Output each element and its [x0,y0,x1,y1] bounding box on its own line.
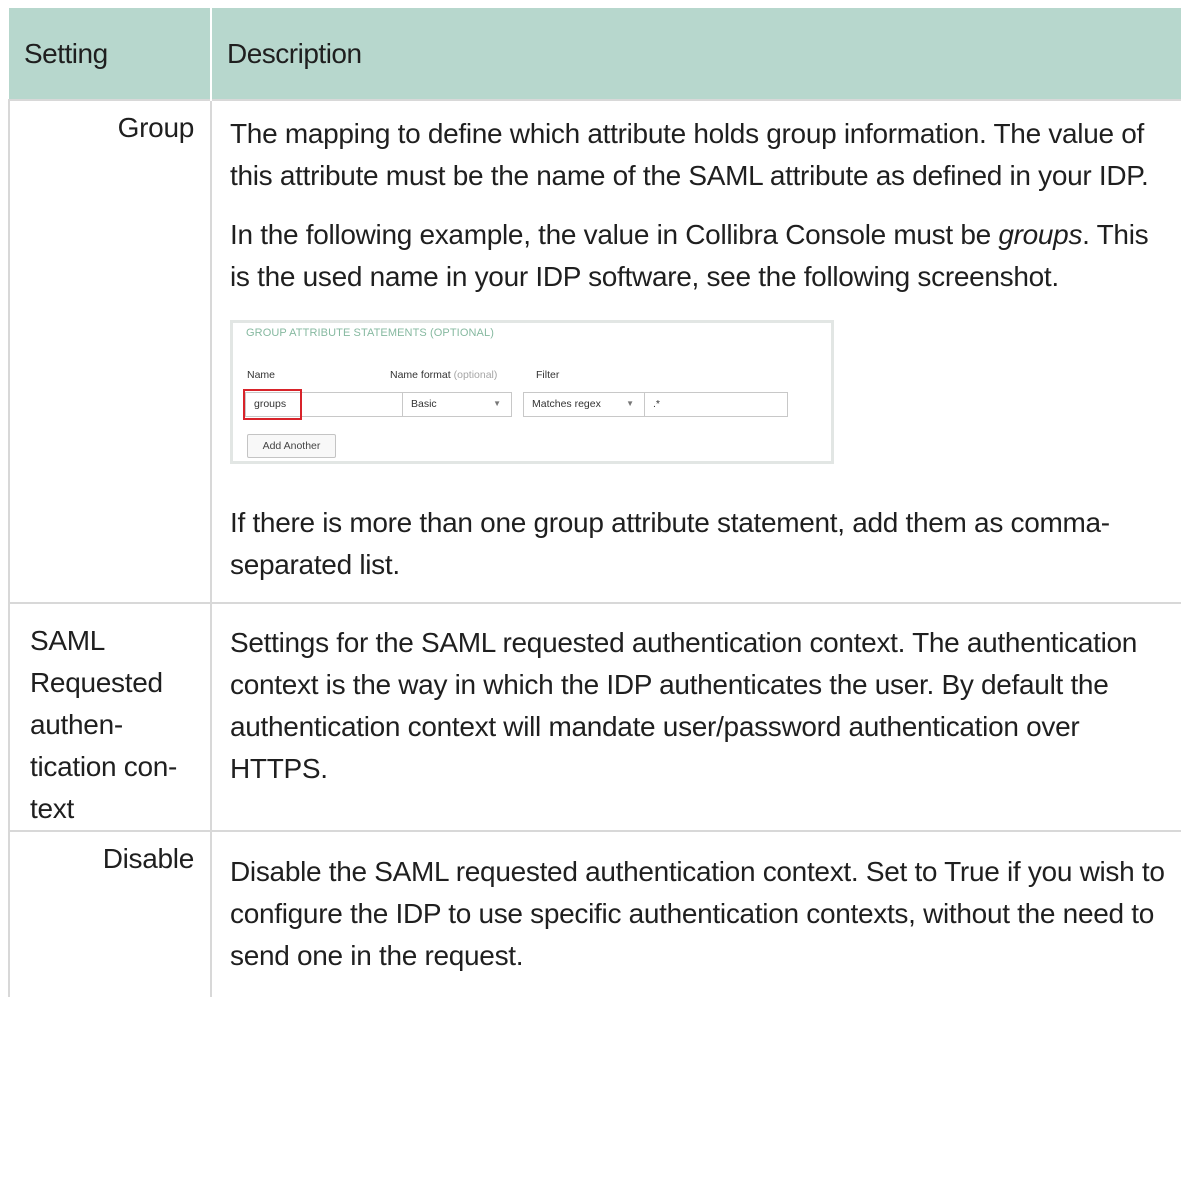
caret-down-icon: ▼ [626,399,634,408]
header-setting: Setting [9,8,211,100]
embedded-section-title: GROUP ATTRIBUTE STATEMENTS (OPTIONAL) [246,327,494,339]
name-format-label-text: Name format [390,369,451,381]
filter-type-select: Matches regex ▼ [523,392,645,417]
name-format-value: Basic [411,398,437,410]
filter-label: Filter [536,369,560,381]
description-cell: Disable the SAML requested authenticatio… [211,830,1181,997]
setting-name: SAML Requested authen­tication con­text [30,625,178,824]
emphasized-value: groups [998,219,1083,250]
embedded-screenshot: GROUP ATTRIBUTE STATEMENTS (OPTIONAL) Na… [230,320,834,464]
setting-name: Disable [102,843,195,874]
description-paragraph: In the following example, the value in C… [230,214,1168,298]
setting-name: Group [117,112,195,143]
name-label: Name [247,369,276,381]
setting-cell: SAML Requested authen­tication con­text [8,602,212,831]
header-description: Description [210,8,1181,100]
description-cell: Settings for the SAML requested authenti… [211,602,1181,831]
settings-table: Setting Description Group The mapping to… [8,8,1181,997]
paragraph-text: In the following example, the value in C… [230,219,999,250]
description-paragraph: Settings for the SAML requested authenti… [230,627,1138,784]
name-format-select: Basic ▼ [402,392,512,417]
filter-value: .* [653,398,661,410]
description-cell: The mapping to define which attribute ho… [211,99,1181,603]
name-format-label: Name format (optional) [390,369,497,381]
setting-cell: Disable [8,830,212,997]
caret-down-icon: ▼ [493,399,501,408]
optional-hint: (optional) [453,369,498,381]
filter-type-value: Matches regex [532,398,601,410]
header-row: Setting Description [9,8,1181,100]
highlight-box [243,389,302,420]
table-row: Group The mapping to define which attrib… [8,99,1181,603]
table-row: SAML Requested authen­tication con­text … [8,602,1181,831]
description-paragraph: The mapping to define which attribute ho… [230,118,1149,191]
setting-cell: Group [8,99,212,603]
description-paragraph: If there is more than one group attribut… [230,507,1110,580]
filter-value-input: .* [644,392,788,417]
description-paragraph: Disable the SAML requested authenticatio… [230,856,1165,971]
table-row: Disable Disable the SAML requested authe… [8,830,1181,997]
add-another-button: Add Another [247,434,336,458]
